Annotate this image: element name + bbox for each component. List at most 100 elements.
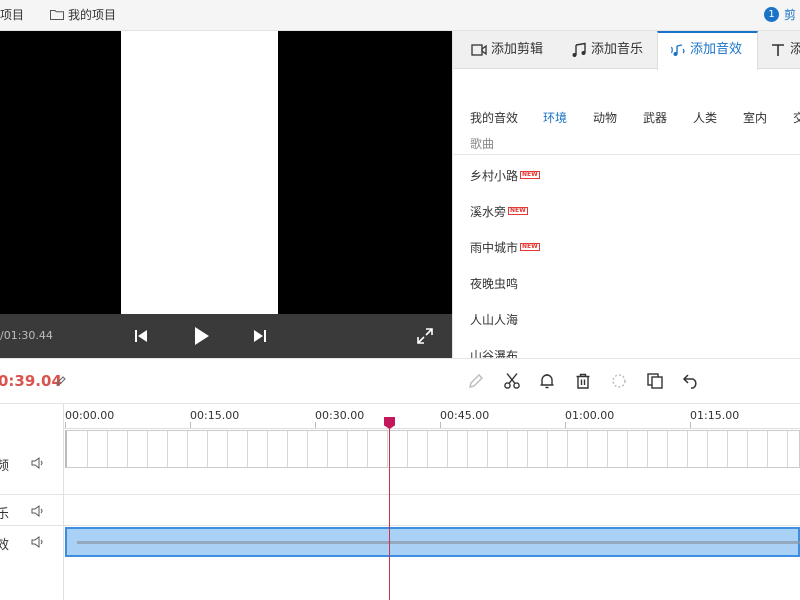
my-projects-button[interactable]: 我的项目 <box>50 0 116 31</box>
frame-divider <box>127 431 128 467</box>
tick-mark <box>440 422 441 428</box>
tab-label: 添加 <box>790 42 800 57</box>
marker-button[interactable] <box>536 370 558 392</box>
preview-frame <box>121 31 278 314</box>
folder-icon <box>50 10 64 20</box>
speaker-icon[interactable] <box>31 457 45 469</box>
frame-divider <box>607 431 608 467</box>
frame-divider <box>667 431 668 467</box>
frame-divider <box>727 431 728 467</box>
category-more[interactable]: 交 <box>793 109 800 126</box>
top-bar: 建项目 我的项目 1 剪辑 <box>0 0 800 52</box>
video-track[interactable] <box>65 430 800 468</box>
list-sub-heading: 歌曲 <box>453 131 800 155</box>
frame-divider <box>467 431 468 467</box>
category-environment[interactable]: 环境 <box>543 109 567 126</box>
frame-divider <box>387 431 388 467</box>
frame-divider <box>407 431 408 467</box>
copy-icon <box>647 373 663 389</box>
category-animals[interactable]: 动物 <box>593 109 617 126</box>
category-weapons[interactable]: 武器 <box>643 109 667 126</box>
frame-divider <box>167 431 168 467</box>
frame-divider <box>427 431 428 467</box>
my-projects-label: 我的项目 <box>68 8 117 22</box>
frame-divider <box>627 431 628 467</box>
frame-divider <box>347 431 348 467</box>
split-button[interactable] <box>501 370 523 392</box>
frame-divider <box>767 431 768 467</box>
previous-frame-button[interactable] <box>130 314 152 358</box>
edit-button[interactable] <box>465 370 487 392</box>
music-track-label: 乐 <box>0 507 10 522</box>
fullscreen-button[interactable] <box>414 314 436 358</box>
frame-divider <box>587 431 588 467</box>
sound-name: 乡村小路 <box>470 169 519 183</box>
category-indoor[interactable]: 室内 <box>743 109 767 126</box>
tick-mark <box>190 422 191 428</box>
frame-divider <box>287 431 288 467</box>
tick-label: 00:15.00 <box>190 409 240 422</box>
frame-divider <box>527 431 528 467</box>
edit-time-icon[interactable] <box>55 375 67 387</box>
new-badge: NEW <box>520 171 540 179</box>
tab-add-sound-effect[interactable]: 添加音效 <box>670 31 742 69</box>
tab-label: 添加音乐 <box>591 42 644 57</box>
notice-link[interactable]: 1 剪辑 <box>764 0 800 52</box>
frame-divider <box>447 431 448 467</box>
tick-mark <box>315 422 316 428</box>
frame-divider <box>87 431 88 467</box>
frame-divider <box>707 431 708 467</box>
frame-divider <box>207 431 208 467</box>
sound-name: 雨中城市 <box>470 241 519 255</box>
panel-tabs: 添加剪辑 添加音乐 添加音效 添 <box>453 31 800 70</box>
tab-add-music[interactable]: 添加音乐 <box>571 31 643 69</box>
list-item[interactable]: 山谷瀑布 <box>470 347 518 358</box>
frame-divider <box>267 431 268 467</box>
frame-divider <box>107 431 108 467</box>
video-clip-icon <box>471 44 487 56</box>
frame-divider <box>747 431 748 467</box>
tick-label: 01:00.00 <box>565 409 615 422</box>
list-item[interactable]: 乡村小路 NEW <box>470 167 540 184</box>
list-item[interactable]: 人山人海 <box>470 311 518 328</box>
undo-icon <box>682 374 697 389</box>
undo-button[interactable] <box>680 370 702 392</box>
frame-divider <box>787 431 788 467</box>
list-item[interactable]: 夜晚虫鸣 <box>470 275 518 292</box>
copy-button[interactable] <box>644 370 666 392</box>
time-ruler[interactable]: 00:00.00 00:15.00 00:30.00 00:45.00 01:0… <box>64 404 800 429</box>
sound-name: 人山人海 <box>470 313 519 327</box>
list-item[interactable]: 雨中城市 NEW <box>470 239 540 256</box>
video-preview <box>0 31 452 314</box>
tab-add-text[interactable]: 添加 <box>770 31 800 69</box>
tab-add-clip[interactable]: 添加剪辑 <box>471 31 543 69</box>
timeline-toolbar: 0:39.04 <box>0 358 800 404</box>
delete-button[interactable] <box>572 370 594 392</box>
track-divider <box>0 494 800 495</box>
sound-effect-clip[interactable] <box>65 527 800 557</box>
sfx-track-label: 效 <box>0 538 10 553</box>
asset-panel: 添加剪辑 添加音乐 添加音效 添 我的音效 环境 动物 武器 人类 室内 交 歌… <box>452 31 800 358</box>
trash-icon <box>576 373 590 389</box>
frame-divider <box>307 431 308 467</box>
playhead-line <box>389 420 390 600</box>
tab-label: 添加剪辑 <box>491 42 544 57</box>
crop-button[interactable] <box>608 370 630 392</box>
text-icon <box>772 44 784 56</box>
category-human[interactable]: 人类 <box>693 109 717 126</box>
list-item[interactable]: 溪水旁 NEW <box>470 203 528 220</box>
current-time: 0:39.04 <box>0 372 62 390</box>
speaker-icon[interactable] <box>31 536 45 548</box>
play-button[interactable] <box>190 314 214 358</box>
play-icon <box>195 327 209 345</box>
bell-icon <box>540 374 554 389</box>
speaker-icon[interactable] <box>31 505 45 517</box>
category-my-sounds[interactable]: 我的音效 <box>470 109 518 126</box>
tick-mark <box>65 422 66 428</box>
tick-mark <box>690 422 691 428</box>
frame-divider <box>487 431 488 467</box>
frame-divider <box>687 431 688 467</box>
tick-label: 00:00.00 <box>65 409 115 422</box>
next-frame-button[interactable] <box>249 314 271 358</box>
new-project-button[interactable]: 建项目 <box>0 0 24 31</box>
